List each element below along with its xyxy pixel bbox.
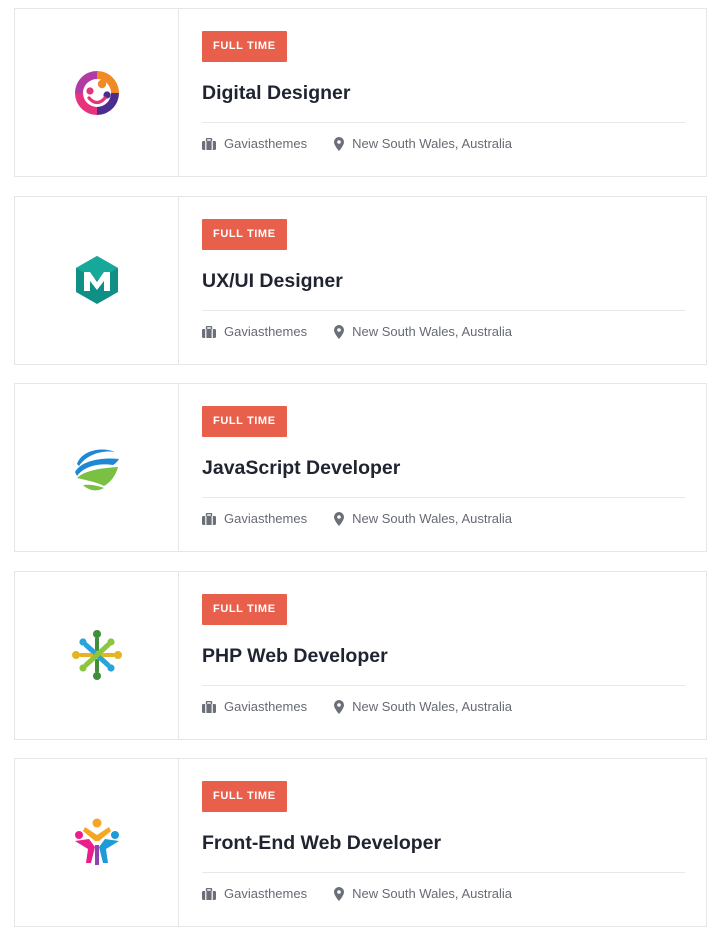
company-meta: Gaviasthemes — [202, 324, 307, 340]
divider — [202, 122, 685, 123]
location-meta: New South Wales, Australia — [334, 136, 512, 152]
job-card: FULL TIME PHP Web Developer Gaviasthemes — [14, 570, 708, 740]
swoosh-globe-logo-icon — [74, 448, 119, 490]
job-type-badge: FULL TIME — [202, 406, 287, 437]
job-details: FULL TIME Digital Designer Gaviasthemes — [179, 9, 708, 176]
location-meta: New South Wales, Australia — [334, 324, 512, 340]
company-meta: Gaviasthemes — [202, 699, 307, 715]
job-location[interactable]: New South Wales, Australia — [352, 699, 512, 715]
location-meta: New South Wales, Australia — [334, 699, 512, 715]
job-type-badge: FULL TIME — [202, 31, 287, 62]
circle-people-logo-icon — [74, 70, 119, 115]
company-logo[interactable] — [15, 9, 179, 176]
briefcase-icon — [202, 138, 216, 150]
company-logo[interactable] — [15, 571, 179, 739]
job-location[interactable]: New South Wales, Australia — [352, 511, 512, 527]
job-location[interactable]: New South Wales, Australia — [352, 136, 512, 152]
job-title[interactable]: PHP Web Developer — [202, 644, 685, 668]
location-meta: New South Wales, Australia — [334, 886, 512, 902]
divider — [202, 309, 685, 311]
divider — [202, 872, 685, 873]
company-name[interactable]: Gaviasthemes — [224, 886, 307, 902]
company-logo[interactable] — [15, 196, 179, 364]
job-details: FULL TIME Front-End Web Developer Gavias… — [179, 759, 708, 926]
company-name[interactable]: Gaviasthemes — [224, 511, 307, 527]
job-card: FULL TIME Front-End Web Developer Gavias… — [14, 758, 707, 927]
job-meta: Gaviasthemes New South Wales, Australia — [202, 511, 685, 527]
briefcase-icon — [202, 325, 216, 338]
map-pin-icon — [334, 699, 345, 714]
divider — [202, 497, 685, 498]
briefcase-icon — [202, 888, 216, 900]
company-meta: Gaviasthemes — [202, 511, 307, 527]
job-card: FULL TIME JavaScript Developer Gaviasthe… — [14, 383, 707, 552]
map-pin-icon — [334, 137, 345, 151]
map-pin-icon — [334, 324, 345, 339]
job-type-badge: FULL TIME — [202, 781, 287, 812]
map-pin-icon — [334, 512, 345, 526]
map-pin-icon — [334, 887, 345, 901]
company-name[interactable]: Gaviasthemes — [224, 324, 307, 340]
company-name[interactable]: Gaviasthemes — [224, 699, 307, 715]
job-details: FULL TIME JavaScript Developer Gaviasthe… — [179, 384, 708, 551]
job-card: FULL TIME UX/UI Designer Gaviasthemes Ne… — [14, 195, 708, 365]
job-meta: Gaviasthemes New South Wales, Australia — [202, 324, 685, 340]
job-title[interactable]: JavaScript Developer — [202, 456, 685, 480]
job-title[interactable]: Front-End Web Developer — [202, 831, 685, 855]
company-meta: Gaviasthemes — [202, 136, 307, 152]
briefcase-icon — [202, 700, 216, 713]
community-circle-logo-icon — [71, 630, 122, 680]
job-type-badge: FULL TIME — [202, 593, 287, 625]
job-title[interactable]: Digital Designer — [202, 81, 685, 105]
company-meta: Gaviasthemes — [202, 886, 307, 902]
job-card: FULL TIME Digital Designer Gaviasthemes — [14, 8, 707, 177]
job-type-badge: FULL TIME — [202, 218, 287, 250]
job-meta: Gaviasthemes New South Wales, Australia — [202, 699, 685, 715]
divider — [202, 684, 685, 686]
company-logo[interactable] — [15, 384, 179, 551]
job-location[interactable]: New South Wales, Australia — [352, 324, 512, 340]
job-details: FULL TIME UX/UI Designer Gaviasthemes Ne… — [179, 197, 708, 364]
company-name[interactable]: Gaviasthemes — [224, 136, 307, 152]
colorful-people-logo-icon — [74, 818, 119, 865]
job-meta: Gaviasthemes New South Wales, Australia — [202, 886, 685, 902]
job-title[interactable]: UX/UI Designer — [202, 269, 685, 293]
briefcase-icon — [202, 513, 216, 525]
location-meta: New South Wales, Australia — [334, 511, 512, 527]
job-meta: Gaviasthemes New South Wales, Australia — [202, 136, 685, 152]
teal-hexagon-m-logo-icon — [75, 256, 118, 304]
job-list: FULL TIME Digital Designer Gaviasthemes — [14, 8, 707, 946]
job-location[interactable]: New South Wales, Australia — [352, 886, 512, 902]
job-details: FULL TIME PHP Web Developer Gaviasthemes — [179, 572, 708, 739]
company-logo[interactable] — [15, 759, 179, 926]
